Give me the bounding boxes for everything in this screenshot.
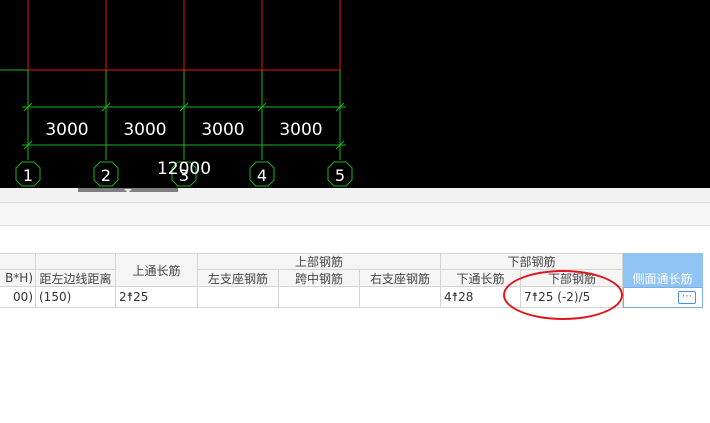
header-side-spacer bbox=[623, 253, 703, 270]
header-left-support-label: 左支座钢筋 bbox=[207, 271, 268, 286]
property-panel-toolbar bbox=[0, 203, 710, 226]
header-top-through[interactable]: 上通长筋 bbox=[116, 253, 198, 287]
axis-label-1: 1 bbox=[23, 166, 33, 185]
cell-left-distance-value: (150) bbox=[39, 290, 72, 304]
header-left-support[interactable]: 左支座钢筋 bbox=[198, 270, 279, 287]
cell-left-support[interactable] bbox=[198, 287, 279, 308]
header-left-distance-label: 距左边线距离 bbox=[39, 271, 112, 286]
header-side-through[interactable]: 侧面通长筋 bbox=[623, 270, 703, 287]
axis-label-3: 3 bbox=[179, 166, 189, 185]
collapse-arrow-icon[interactable] bbox=[124, 189, 132, 193]
axis-label-4: 4 bbox=[257, 166, 267, 185]
header-top-group-label: 上部钢筋 bbox=[294, 255, 343, 269]
cell-left-distance[interactable]: (150) bbox=[36, 287, 116, 308]
span-dimension-3: 3000 bbox=[201, 120, 244, 140]
header-bottom-through-label: 下通长筋 bbox=[456, 271, 505, 286]
header-spacer-2 bbox=[36, 253, 116, 270]
span-dimension-2: 3000 bbox=[123, 120, 166, 140]
header-bottom-group: 下部钢筋 bbox=[441, 253, 623, 270]
header-top-through-label: 上通长筋 bbox=[132, 263, 181, 278]
span-dimension-4: 3000 bbox=[279, 120, 322, 140]
header-bh[interactable]: B*H) bbox=[0, 270, 36, 287]
annotation-ellipse bbox=[503, 270, 623, 320]
cell-top-through[interactable]: 2☨25 bbox=[116, 287, 198, 308]
axis-label-5: 5 bbox=[335, 166, 345, 185]
cell-right-support[interactable] bbox=[360, 287, 441, 308]
header-top-group: 上部钢筋 bbox=[198, 253, 441, 270]
panel-splitter[interactable] bbox=[0, 188, 710, 203]
cell-bh[interactable]: 00) bbox=[0, 287, 36, 308]
header-left-distance[interactable]: 距左边线距离 bbox=[36, 270, 116, 287]
cad-drawing-canvas[interactable]: 3000 3000 3000 3000 12000 1 2 3 4 5 bbox=[0, 0, 710, 188]
header-bottom-group-label: 下部钢筋 bbox=[507, 255, 556, 269]
header-right-support-label: 右支座钢筋 bbox=[369, 271, 430, 286]
cell-side-through[interactable]: ⋯ bbox=[623, 287, 703, 308]
cell-bottom-through-value: 4☨28 bbox=[444, 290, 474, 304]
header-side-through-label: 侧面通长筋 bbox=[632, 271, 693, 286]
axis-grid-drawing: 3000 3000 3000 3000 12000 1 2 3 4 5 bbox=[0, 0, 353, 187]
cell-top-through-value: 2☨25 bbox=[119, 290, 149, 304]
header-mid-span[interactable]: 跨中钢筋 bbox=[279, 270, 360, 287]
axis-label-2: 2 bbox=[101, 166, 111, 185]
cell-bh-value: 00) bbox=[13, 290, 33, 304]
header-spacer-1 bbox=[0, 253, 36, 270]
header-mid-span-label: 跨中钢筋 bbox=[294, 271, 343, 286]
cell-mid-span[interactable] bbox=[279, 287, 360, 308]
span-dimension-1: 3000 bbox=[45, 120, 88, 140]
header-right-support[interactable]: 右支座钢筋 bbox=[360, 270, 441, 287]
ellipsis-icon[interactable]: ⋯ bbox=[678, 291, 696, 304]
header-bh-label: B*H) bbox=[5, 271, 33, 285]
